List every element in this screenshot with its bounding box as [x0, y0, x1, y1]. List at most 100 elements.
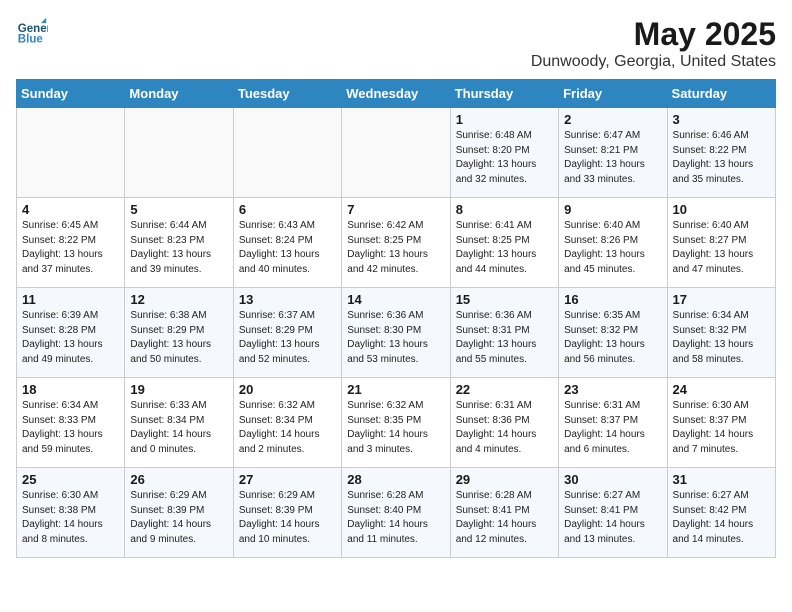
calendar-week-2: 4 Sunrise: 6:45 AM Sunset: 8:22 PM Daylig… — [17, 198, 776, 288]
calendar-cell: 29 Sunrise: 6:28 AM Sunset: 8:41 PM Dayli… — [450, 468, 558, 558]
calendar-cell: 8 Sunrise: 6:41 AM Sunset: 8:25 PM Daylig… — [450, 198, 558, 288]
day-number: 13 — [239, 292, 336, 307]
logo-icon: General Blue — [16, 16, 48, 48]
calendar-cell: 2 Sunrise: 6:47 AM Sunset: 8:21 PM Daylig… — [559, 108, 667, 198]
day-info: Sunrise: 6:47 AM Sunset: 8:21 PM Dayligh… — [564, 129, 661, 187]
day-info: Sunrise: 6:38 AM Sunset: 8:29 PM Dayligh… — [130, 309, 227, 367]
weekday-header-tuesday: Tuesday — [233, 80, 341, 108]
day-info: Sunrise: 6:40 AM Sunset: 8:27 PM Dayligh… — [673, 219, 770, 277]
day-number: 15 — [456, 292, 553, 307]
day-info: Sunrise: 6:34 AM Sunset: 8:32 PM Dayligh… — [673, 309, 770, 367]
weekday-header-sunday: Sunday — [17, 80, 125, 108]
page-header: General Blue May 2025 Dunwoody, Georgia,… — [16, 16, 776, 71]
day-number: 26 — [130, 472, 227, 487]
day-info: Sunrise: 6:48 AM Sunset: 8:20 PM Dayligh… — [456, 129, 553, 187]
day-number: 20 — [239, 382, 336, 397]
calendar-cell: 25Sunrise: 6:30 AM Sunset: 8:38 PM Dayli… — [17, 468, 125, 558]
logo: General Blue — [16, 16, 48, 48]
calendar-cell: 12 Sunrise: 6:38 AM Sunset: 8:29 PM Dayli… — [125, 288, 233, 378]
calendar-cell: 11 Sunrise: 6:39 AM Sunset: 8:28 PM Dayli… — [17, 288, 125, 378]
calendar-cell: 7 Sunrise: 6:42 AM Sunset: 8:25 PM Daylig… — [342, 198, 450, 288]
day-number: 16 — [564, 292, 661, 307]
day-info: Sunrise: 6:27 AM Sunset: 8:42 PM Dayligh… — [673, 489, 770, 547]
day-number: 8 — [456, 202, 553, 217]
calendar-cell: 31 Sunrise: 6:27 AM Sunset: 8:42 PM Dayli… — [667, 468, 775, 558]
day-info: Sunrise: 6:31 AM Sunset: 8:36 PM Dayligh… — [456, 399, 553, 457]
calendar-week-3: 11 Sunrise: 6:39 AM Sunset: 8:28 PM Dayli… — [17, 288, 776, 378]
day-number: 29 — [456, 472, 553, 487]
day-number: 23 — [564, 382, 661, 397]
day-number: 22 — [456, 382, 553, 397]
day-info: Sunrise: 6:43 AM Sunset: 8:24 PM Dayligh… — [239, 219, 336, 277]
day-number: 2 — [564, 112, 661, 127]
day-number: 21 — [347, 382, 444, 397]
day-number: 31 — [673, 472, 770, 487]
calendar-cell: 23 Sunrise: 6:31 AM Sunset: 8:37 PM Dayli… — [559, 378, 667, 468]
calendar-week-5: 25Sunrise: 6:30 AM Sunset: 8:38 PM Dayli… — [17, 468, 776, 558]
day-number: 27 — [239, 472, 336, 487]
day-number: 18 — [22, 382, 119, 397]
day-info: Sunrise: 6:44 AM Sunset: 8:23 PM Dayligh… — [130, 219, 227, 277]
weekday-header-row: SundayMondayTuesdayWednesdayThursdayFrid… — [17, 80, 776, 108]
day-number: 1 — [456, 112, 553, 127]
day-info: Sunrise: 6:39 AM Sunset: 8:28 PM Dayligh… — [22, 309, 119, 367]
location-title: Dunwoody, Georgia, United States — [531, 53, 776, 71]
calendar-cell: 28Sunrise: 6:28 AM Sunset: 8:40 PM Dayli… — [342, 468, 450, 558]
calendar-cell — [342, 108, 450, 198]
calendar-cell: 4 Sunrise: 6:45 AM Sunset: 8:22 PM Daylig… — [17, 198, 125, 288]
day-info: Sunrise: 6:45 AM Sunset: 8:22 PM Dayligh… — [22, 219, 119, 277]
calendar-week-1: 1 Sunrise: 6:48 AM Sunset: 8:20 PM Daylig… — [17, 108, 776, 198]
calendar-cell: 13 Sunrise: 6:37 AM Sunset: 8:29 PM Dayli… — [233, 288, 341, 378]
day-number: 7 — [347, 202, 444, 217]
day-number: 25 — [22, 472, 119, 487]
day-info: Sunrise: 6:41 AM Sunset: 8:25 PM Dayligh… — [456, 219, 553, 277]
day-info: Sunrise: 6:34 AM Sunset: 8:33 PM Dayligh… — [22, 399, 119, 457]
day-number: 30 — [564, 472, 661, 487]
day-number: 9 — [564, 202, 661, 217]
calendar-cell: 22 Sunrise: 6:31 AM Sunset: 8:36 PM Dayli… — [450, 378, 558, 468]
calendar-cell: 24 Sunrise: 6:30 AM Sunset: 8:37 PM Dayli… — [667, 378, 775, 468]
calendar-cell: 6 Sunrise: 6:43 AM Sunset: 8:24 PM Daylig… — [233, 198, 341, 288]
day-info: Sunrise: 6:36 AM Sunset: 8:30 PM Dayligh… — [347, 309, 444, 367]
calendar-cell: 5Sunrise: 6:44 AM Sunset: 8:23 PM Daylig… — [125, 198, 233, 288]
day-info: Sunrise: 6:35 AM Sunset: 8:32 PM Dayligh… — [564, 309, 661, 367]
calendar-cell: 30 Sunrise: 6:27 AM Sunset: 8:41 PM Dayli… — [559, 468, 667, 558]
day-info: Sunrise: 6:30 AM Sunset: 8:37 PM Dayligh… — [673, 399, 770, 457]
day-info: Sunrise: 6:40 AM Sunset: 8:26 PM Dayligh… — [564, 219, 661, 277]
calendar-cell: 18 Sunrise: 6:34 AM Sunset: 8:33 PM Dayli… — [17, 378, 125, 468]
weekday-header-saturday: Saturday — [667, 80, 775, 108]
calendar-week-4: 18 Sunrise: 6:34 AM Sunset: 8:33 PM Dayli… — [17, 378, 776, 468]
day-number: 24 — [673, 382, 770, 397]
day-info: Sunrise: 6:32 AM Sunset: 8:35 PM Dayligh… — [347, 399, 444, 457]
day-number: 10 — [673, 202, 770, 217]
calendar-cell: 14 Sunrise: 6:36 AM Sunset: 8:30 PM Dayli… — [342, 288, 450, 378]
weekday-header-friday: Friday — [559, 80, 667, 108]
day-number: 17 — [673, 292, 770, 307]
day-info: Sunrise: 6:42 AM Sunset: 8:25 PM Dayligh… — [347, 219, 444, 277]
day-info: Sunrise: 6:36 AM Sunset: 8:31 PM Dayligh… — [456, 309, 553, 367]
day-number: 4 — [22, 202, 119, 217]
calendar-cell — [125, 108, 233, 198]
calendar-cell: 15 Sunrise: 6:36 AM Sunset: 8:31 PM Dayli… — [450, 288, 558, 378]
day-number: 19 — [130, 382, 227, 397]
day-info: Sunrise: 6:31 AM Sunset: 8:37 PM Dayligh… — [564, 399, 661, 457]
day-info: Sunrise: 6:37 AM Sunset: 8:29 PM Dayligh… — [239, 309, 336, 367]
calendar-cell: 9 Sunrise: 6:40 AM Sunset: 8:26 PM Daylig… — [559, 198, 667, 288]
day-info: Sunrise: 6:27 AM Sunset: 8:41 PM Dayligh… — [564, 489, 661, 547]
calendar-cell: 16 Sunrise: 6:35 AM Sunset: 8:32 PM Dayli… — [559, 288, 667, 378]
day-info: Sunrise: 6:28 AM Sunset: 8:41 PM Dayligh… — [456, 489, 553, 547]
day-number: 11 — [22, 292, 119, 307]
calendar-cell: 17 Sunrise: 6:34 AM Sunset: 8:32 PM Dayli… — [667, 288, 775, 378]
title-block: May 2025 Dunwoody, Georgia, United State… — [531, 16, 776, 71]
month-title: May 2025 — [531, 16, 776, 53]
calendar-table: SundayMondayTuesdayWednesdayThursdayFrid… — [16, 79, 776, 558]
calendar-cell — [17, 108, 125, 198]
day-number: 3 — [673, 112, 770, 127]
weekday-header-monday: Monday — [125, 80, 233, 108]
day-number: 28 — [347, 472, 444, 487]
day-number: 14 — [347, 292, 444, 307]
calendar-cell: 10 Sunrise: 6:40 AM Sunset: 8:27 PM Dayli… — [667, 198, 775, 288]
day-number: 12 — [130, 292, 227, 307]
day-number: 6 — [239, 202, 336, 217]
day-info: Sunrise: 6:33 AM Sunset: 8:34 PM Dayligh… — [130, 399, 227, 457]
